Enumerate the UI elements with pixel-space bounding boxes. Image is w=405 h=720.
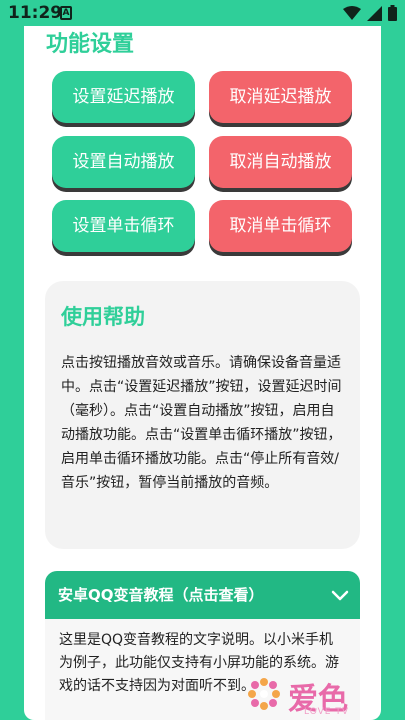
battery-icon [388, 5, 397, 21]
set-auto-play-button[interactable]: 设置自动播放 [52, 136, 195, 188]
signal-icon [367, 5, 382, 21]
cancel-auto-play-button[interactable]: 取消自动播放 [209, 136, 352, 188]
watermark-subtext: LOVE TV [304, 707, 349, 717]
status-icons [343, 5, 397, 21]
set-click-loop-button[interactable]: 设置单击循环 [52, 200, 195, 252]
clock: 11:29 [8, 3, 63, 23]
chevron-down-icon [331, 590, 349, 601]
settings-card: 功能设置 设置延迟播放 取消延迟播放 设置自动播放 取消自动播放 设置单击循环 … [24, 26, 381, 720]
cancel-delay-play-button[interactable]: 取消延迟播放 [209, 71, 352, 123]
status-bar: 11:29 A [0, 0, 405, 26]
help-panel: 使用帮助 点击按钮播放音效或音乐。请确保设备音量适中。点击“设置延迟播放”按钮，… [45, 281, 360, 549]
tutorial-header-label: 安卓QQ变音教程（点击查看） [58, 586, 264, 604]
section-title: 功能设置 [46, 32, 135, 57]
watermark-logo: 爱色 LOVE TV [244, 672, 364, 720]
cancel-click-loop-button[interactable]: 取消单击循环 [209, 200, 352, 252]
set-delay-play-button[interactable]: 设置延迟播放 [52, 71, 195, 123]
flower-icon [248, 678, 280, 710]
notification-icon: A [60, 6, 72, 20]
help-heading: 使用帮助 [61, 305, 145, 329]
tutorial-header[interactable]: 安卓QQ变音教程（点击查看） [45, 571, 360, 619]
wifi-icon [343, 6, 361, 20]
help-text: 点击按钮播放音效或音乐。请确保设备音量适中。点击“设置延迟播放”按钮，设置延迟时… [61, 355, 342, 491]
